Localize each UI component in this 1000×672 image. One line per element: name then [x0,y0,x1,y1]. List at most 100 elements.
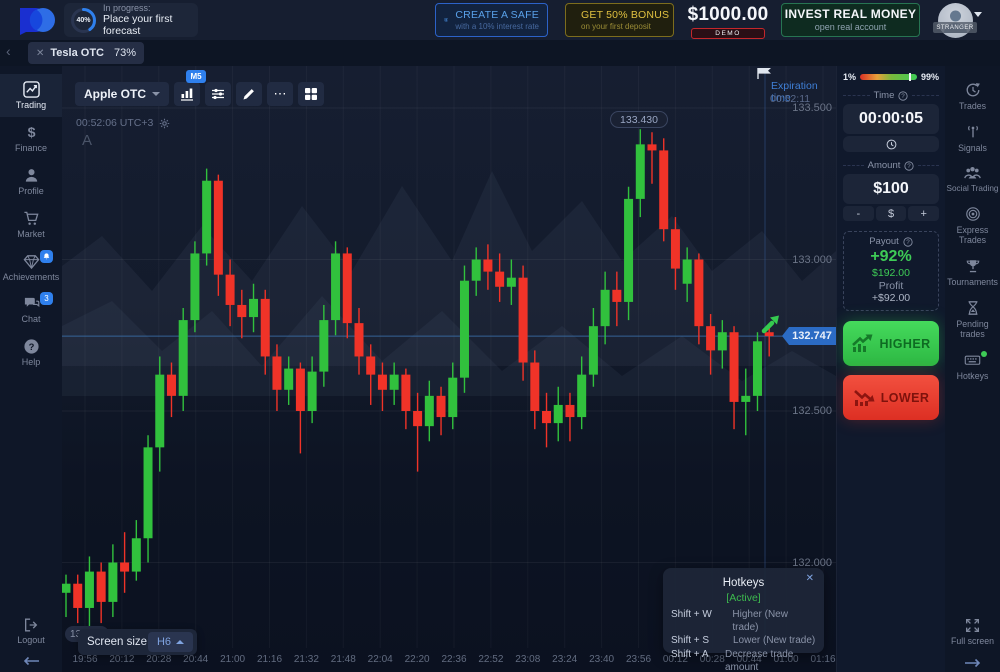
time-axis-label: 20:28 [146,654,171,665]
sidebar-item-signals[interactable]: Signals [945,118,1000,160]
close-icon[interactable]: ✕ [806,573,814,584]
chart-type-button[interactable]: M5 [174,82,200,106]
svg-text:?: ? [906,239,910,246]
expand-sidebar-arrow-icon[interactable] [964,658,982,668]
bonus-title: GET 50% BONUS [581,9,669,22]
sidebar-item-finance[interactable]: $ Finance [0,117,62,160]
profit-value: +$92.00 [846,292,936,304]
price-axis-label: 132.000 [792,557,832,569]
time-axis-label: 23:24 [552,654,577,665]
antenna-icon [965,124,981,140]
bar-chart-icon [180,87,194,101]
sidebar-item-achievements[interactable]: Achievements [0,246,62,289]
time-axis-label: 21:16 [257,654,282,665]
hotkeys-status: [Active] [671,592,816,604]
sidebar-item-chat[interactable]: 3 Chat [0,288,62,331]
screen-size-label: Screen size [87,636,147,648]
tabs-back-chevron[interactable]: ‹ [6,43,11,59]
asset-watermark: A [82,132,92,149]
info-icon[interactable]: ? [903,237,913,247]
expiration-flag-icon [757,67,773,79]
amount-increase-button[interactable]: + [908,206,939,221]
more-tools-button[interactable]: ⋯ [267,82,293,106]
hotkey-row: Shift + A Decrease trade amount [671,648,816,672]
account-balance[interactable]: $1000.00 DEMO [680,4,776,39]
target-icon [965,206,981,222]
time-axis-label: 22:52 [478,654,503,665]
amount-currency-button[interactable]: $ [876,206,907,221]
sidebar-item-help[interactable]: ? Help [0,331,62,374]
progress-ring: 40% [70,7,97,34]
sidebar-item-tournaments[interactable]: Tournaments [945,252,1000,294]
server-clock: 00:52:06 UTC+3 [76,117,153,129]
svg-text:?: ? [28,342,34,353]
dollar-icon: $ [23,124,40,141]
time-axis-label: 21:32 [294,654,319,665]
screen-size-panel: Screen size H6 [78,629,197,655]
price-axis-label: 132.500 [792,405,832,417]
timeframe-badge: M5 [186,70,206,83]
info-icon[interactable]: ? [898,91,908,101]
trophy-icon [965,258,981,274]
tab-payout-percent: 73% [114,47,136,59]
asset-tab-tesla[interactable]: ✕ Tesla OTC 73% [28,42,144,64]
chevron-down-icon [974,12,982,17]
sidebar-item-pending-trades[interactable]: Pending trades [945,294,1000,346]
bell-icon [43,253,50,260]
sidebar-item-trades[interactable]: Trades [945,76,1000,118]
trend-up-arrow-icon [760,314,780,334]
onboarding-progress-widget[interactable]: 40% In progress: Place your first foreca… [64,3,198,37]
sentiment-left: 1% [843,72,856,82]
indicators-button[interactable] [205,82,231,106]
sidebar-item-hotkeys[interactable]: Hotkeys [945,346,1000,388]
sidebar-item-market[interactable]: Market [0,203,62,246]
higher-button[interactable]: HIGHER [843,321,939,366]
asset-select[interactable]: Apple OTC [75,82,169,106]
safe-title: CREATE A SAFE [455,9,539,22]
sidebar-item-trading[interactable]: Trading [0,74,62,117]
sidebar-item-express-trades[interactable]: Express Trades [945,200,1000,252]
app-logo-icon[interactable] [16,5,60,35]
profit-label: Profit [846,280,936,292]
candlestick-chart[interactable] [62,66,836,648]
chart-pane[interactable]: Apple OTC M5 [62,66,836,672]
amount-input[interactable]: $100 [843,174,939,204]
time-input[interactable]: 00:00:05 [843,104,939,134]
sidebar-item-profile[interactable]: Profile [0,160,62,203]
sidebar-item-social-trading[interactable]: Social Trading [945,159,1000,200]
time-axis-label: 23:40 [589,654,614,665]
lower-button[interactable]: LOWER [843,375,939,420]
chevron-up-icon [176,640,184,644]
collapse-sidebar-arrow-icon[interactable] [22,656,40,666]
close-tab-icon[interactable]: ✕ [36,48,44,59]
pencil-icon [242,87,256,101]
invest-real-money-button[interactable]: INVEST REAL MONEY open real account [781,3,920,37]
achievements-badge [40,250,53,263]
bonus-button[interactable]: GET 50% BONUS on your first deposit [565,3,674,37]
sentiment-indicator: 1% 99% [843,72,939,82]
create-safe-button[interactable]: CREATE A SAFE with a 10% interest rate [435,3,548,37]
chart-toolbar: Apple OTC M5 [75,82,324,106]
logout-button[interactable]: Logout [17,617,45,646]
fullscreen-button[interactable]: Full screen [945,616,1000,649]
logout-icon [23,617,39,633]
sentiment-right: 99% [921,72,939,82]
user-menu[interactable]: STRANGER [936,2,976,39]
username-badge: STRANGER [933,22,977,33]
gear-icon[interactable] [159,118,170,129]
hotkeys-active-dot [981,351,987,357]
time-mode-button[interactable] [843,136,939,152]
amount-decrease-button[interactable]: - [843,206,874,221]
right-sidebar: Trades Signals Social Trading [945,66,1000,672]
chat-unread-badge: 3 [40,292,53,305]
progress-percent: 40% [70,7,97,34]
drawing-tools-button[interactable] [236,82,262,106]
screen-size-select[interactable]: H6 [148,632,193,652]
main-area: Trading $ Finance Profile [0,66,1000,672]
payout-amount: $192.00 [846,267,936,279]
time-axis-label: 22:20 [405,654,430,665]
demo-badge: DEMO [691,28,765,39]
info-icon[interactable]: ? [904,161,914,171]
chevron-down-icon [152,92,160,96]
layout-grid-button[interactable] [298,82,324,106]
